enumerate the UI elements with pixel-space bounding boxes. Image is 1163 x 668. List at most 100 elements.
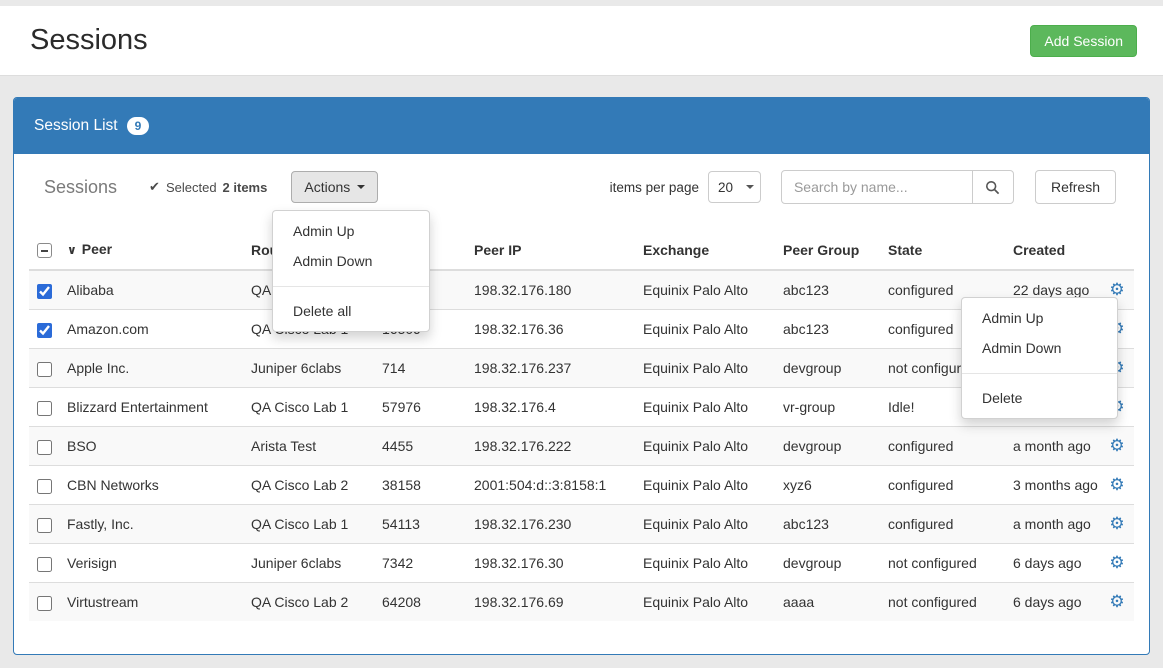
selected-count: 2 items — [223, 180, 268, 195]
cell-router: Juniper 6clabs — [243, 349, 374, 388]
selected-prefix: Selected — [166, 180, 217, 195]
cell-asn: 64208 — [374, 583, 466, 622]
row-actions-cell: ⚙ — [1100, 583, 1134, 622]
cell-peer-ip: 198.32.176.69 — [466, 583, 635, 622]
row-checkbox-cell — [29, 505, 59, 544]
cell-peer-group: devgroup — [775, 544, 880, 583]
row-menu-item-delete[interactable]: Delete — [962, 383, 1117, 413]
cell-exchange: Equinix Palo Alto — [635, 270, 775, 310]
cell-created: 6 days ago — [1005, 583, 1100, 622]
cell-created: a month ago — [1005, 427, 1100, 466]
toolbar: Sessions ✔ Selected 2 items Actions item… — [29, 170, 1134, 204]
column-header-peer[interactable]: ∨Peer — [59, 230, 243, 270]
row-checkbox[interactable] — [37, 284, 52, 299]
cell-peer-group: abc123 — [775, 310, 880, 349]
actions-button-label: Actions — [304, 179, 350, 195]
cell-peer-group: devgroup — [775, 349, 880, 388]
cell-asn: 54113 — [374, 505, 466, 544]
cell-router: QA Cisco Lab 2 — [243, 466, 374, 505]
cell-state: not configured — [880, 544, 1005, 583]
check-icon: ✔ — [149, 179, 160, 195]
row-actions-dropdown-menu: Admin Up Admin Down Delete — [961, 297, 1118, 419]
search-input[interactable] — [781, 170, 973, 204]
row-menu-item-admin-up[interactable]: Admin Up — [962, 303, 1117, 333]
page: Sessions Add Session Session List 9 Sess… — [0, 0, 1163, 668]
column-header-peer-ip[interactable]: Peer IP — [466, 230, 635, 270]
row-menu-item-admin-down[interactable]: Admin Down — [962, 333, 1117, 363]
cell-state: configured — [880, 466, 1005, 505]
row-checkbox[interactable] — [37, 518, 52, 533]
cell-router: Juniper 6clabs — [243, 544, 374, 583]
row-checkbox[interactable] — [37, 557, 52, 572]
column-header-exchange[interactable]: Exchange — [635, 230, 775, 270]
cell-exchange: Equinix Palo Alto — [635, 310, 775, 349]
cell-peer: CBN Networks — [59, 466, 243, 505]
panel-title: Session List — [34, 117, 118, 135]
gear-icon[interactable]: ⚙ — [1109, 553, 1124, 572]
cell-asn: 38158 — [374, 466, 466, 505]
row-checkbox-cell — [29, 270, 59, 310]
table-header-row: ∨Peer Router ASN Peer IP Exchange Peer G… — [29, 230, 1134, 270]
cell-router: QA Cisco Lab 1 — [243, 388, 374, 427]
select-all-checkbox[interactable] — [37, 243, 52, 258]
cell-state: not configured — [880, 583, 1005, 622]
gear-icon[interactable]: ⚙ — [1109, 592, 1124, 611]
top-header: Sessions Add Session — [0, 6, 1163, 76]
selected-info: ✔ Selected 2 items — [149, 179, 267, 195]
page-title: Sessions — [30, 24, 148, 57]
refresh-button[interactable]: Refresh — [1035, 170, 1116, 204]
cell-peer: Apple Inc. — [59, 349, 243, 388]
gear-icon[interactable]: ⚙ — [1109, 436, 1124, 455]
row-checkbox-cell — [29, 310, 59, 349]
row-checkbox-cell — [29, 427, 59, 466]
cell-peer: Amazon.com — [59, 310, 243, 349]
cell-peer: Virtustream — [59, 583, 243, 622]
search-button[interactable] — [972, 170, 1014, 204]
row-checkbox[interactable] — [37, 479, 52, 494]
row-checkbox[interactable] — [37, 596, 52, 611]
row-checkbox[interactable] — [37, 362, 52, 377]
cell-peer-group: xyz6 — [775, 466, 880, 505]
table-row: Fastly, Inc. QA Cisco Lab 1 54113 198.32… — [29, 505, 1134, 544]
cell-exchange: Equinix Palo Alto — [635, 505, 775, 544]
page-size-select[interactable]: 20 — [708, 171, 761, 203]
cell-asn: 714 — [374, 349, 466, 388]
gear-icon[interactable]: ⚙ — [1109, 514, 1124, 533]
row-checkbox[interactable] — [37, 440, 52, 455]
row-actions-cell: ⚙ — [1100, 544, 1134, 583]
row-checkbox[interactable] — [37, 323, 52, 338]
add-session-button[interactable]: Add Session — [1030, 25, 1137, 57]
cell-peer-group: abc123 — [775, 270, 880, 310]
cell-peer: Fastly, Inc. — [59, 505, 243, 544]
cell-peer-ip: 198.32.176.180 — [466, 270, 635, 310]
column-header-created[interactable]: Created — [1005, 230, 1100, 270]
sort-desc-icon: ∨ — [67, 240, 77, 260]
page-size-select-wrap: 20 — [708, 171, 761, 203]
cell-peer-group: devgroup — [775, 427, 880, 466]
cell-peer-ip: 198.32.176.237 — [466, 349, 635, 388]
cell-peer-ip: 198.32.176.230 — [466, 505, 635, 544]
cell-peer: Verisign — [59, 544, 243, 583]
menu-divider — [962, 373, 1117, 374]
actions-menu-item-delete-all[interactable]: Delete all — [273, 296, 429, 326]
gear-icon[interactable]: ⚙ — [1109, 475, 1124, 494]
cell-created: 3 months ago — [1005, 466, 1100, 505]
column-header-peer-group[interactable]: Peer Group — [775, 230, 880, 270]
cell-peer-group: aaaa — [775, 583, 880, 622]
cell-router: QA Cisco Lab 1 — [243, 505, 374, 544]
cell-asn: 4455 — [374, 427, 466, 466]
sessions-table: ∨Peer Router ASN Peer IP Exchange Peer G… — [29, 230, 1134, 621]
cell-created: a month ago — [1005, 505, 1100, 544]
row-checkbox[interactable] — [37, 401, 52, 416]
cell-router: Arista Test — [243, 427, 374, 466]
row-checkbox-cell — [29, 583, 59, 622]
actions-dropdown-menu: Admin Up Admin Down Delete all — [272, 210, 430, 332]
cell-created: 6 days ago — [1005, 544, 1100, 583]
actions-menu-item-admin-down[interactable]: Admin Down — [273, 246, 429, 276]
actions-menu-item-admin-up[interactable]: Admin Up — [273, 216, 429, 246]
column-header-state[interactable]: State — [880, 230, 1005, 270]
cell-exchange: Equinix Palo Alto — [635, 388, 775, 427]
actions-dropdown-button[interactable]: Actions — [291, 171, 378, 203]
table-row: Verisign Juniper 6clabs 7342 198.32.176.… — [29, 544, 1134, 583]
items-per-page-label: items per page — [610, 180, 699, 195]
